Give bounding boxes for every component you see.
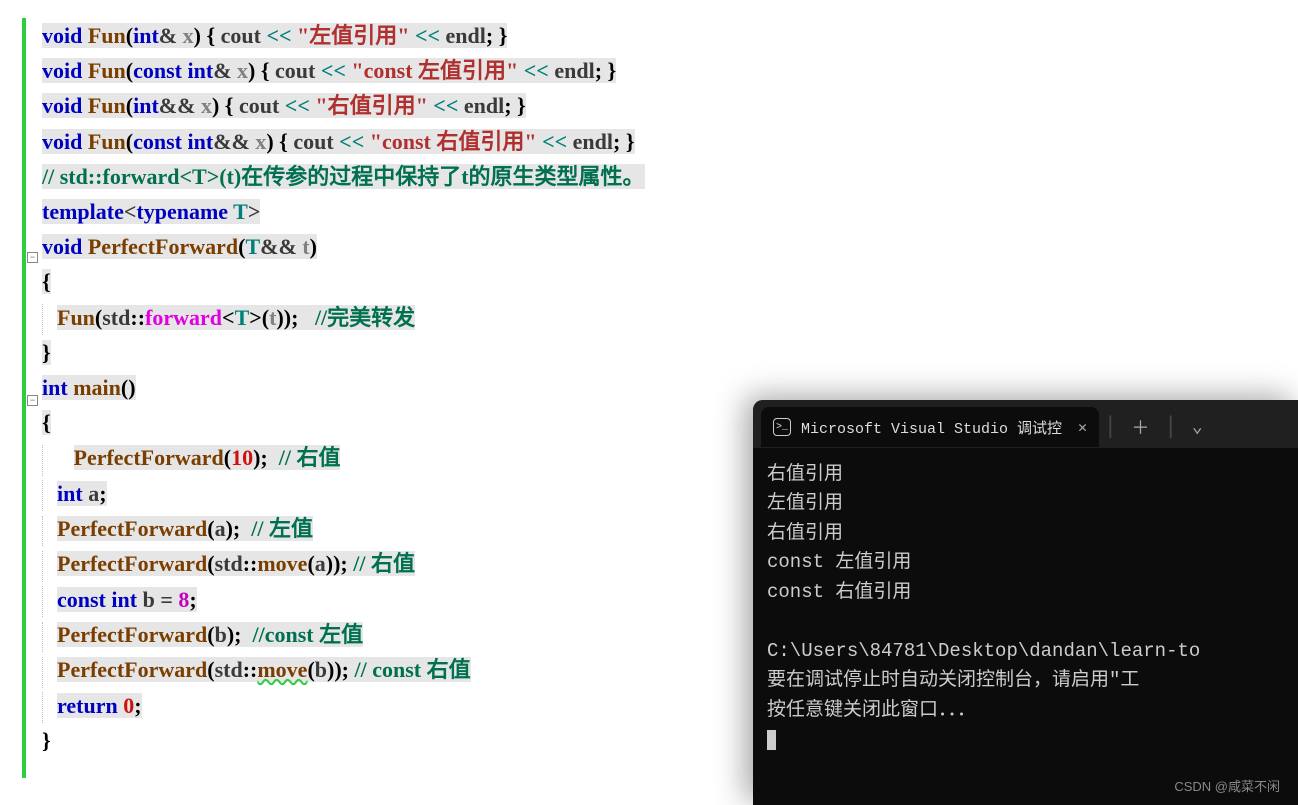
cursor <box>767 730 776 750</box>
terminal-tab[interactable]: >_ Microsoft Visual Studio 调试控 ✕ <box>761 407 1099 447</box>
tab-separator: | <box>1103 414 1117 441</box>
output-line: 左值引用 <box>767 492 843 514</box>
code-line: void Fun(int&& x) { cout << "右值引用" << en… <box>42 88 1298 123</box>
code-line: } <box>42 335 1298 370</box>
terminal-window: >_ Microsoft Visual Studio 调试控 ✕ | ＋ | ⌄… <box>753 400 1298 805</box>
output-line: 要在调试停止时自动关闭控制台，请启用"工 <box>767 669 1139 691</box>
code-line: // std::forward<T>(t)在传参的过程中保持了t的原生类型属性。 <box>42 159 1298 194</box>
chevron-down-icon[interactable]: ⌄ <box>1182 412 1213 442</box>
code-line: template<typename T> <box>42 194 1298 229</box>
terminal-tabbar: >_ Microsoft Visual Studio 调试控 ✕ | ＋ | ⌄ <box>753 400 1298 448</box>
terminal-icon: >_ <box>773 418 791 436</box>
code-line: Fun(std::forward<T>(t)); //完美转发 <box>42 300 1298 335</box>
watermark: CSDN @咸菜不闲 <box>1174 776 1280 795</box>
output-line: const 左值引用 <box>767 551 911 573</box>
output-line: C:\Users\84781\Desktop\dandan\learn-to <box>767 640 1200 662</box>
code-line: void Fun(const int& x) { cout << "const … <box>42 53 1298 88</box>
output-line: 右值引用 <box>767 463 843 485</box>
code-line: void Fun(const int&& x) { cout << "const… <box>42 124 1298 159</box>
output-line: 按任意键关闭此窗口．．． <box>767 699 976 721</box>
new-tab-button[interactable]: ＋ <box>1121 410 1159 444</box>
code-line: { <box>42 264 1298 299</box>
tab-separator: | <box>1163 414 1177 441</box>
terminal-output[interactable]: 右值引用 左值引用 右值引用 const 左值引用 const 右值引用 C:\… <box>753 448 1298 766</box>
code-line: void PerfectForward(T&& t) <box>42 229 1298 264</box>
output-line: const 右值引用 <box>767 581 911 603</box>
close-icon[interactable]: ✕ <box>1078 418 1087 437</box>
output-line: 右值引用 <box>767 522 843 544</box>
terminal-tab-title: Microsoft Visual Studio 调试控 <box>801 417 1062 438</box>
code-line: void Fun(int& x) { cout << "左值引用" << end… <box>42 18 1298 53</box>
